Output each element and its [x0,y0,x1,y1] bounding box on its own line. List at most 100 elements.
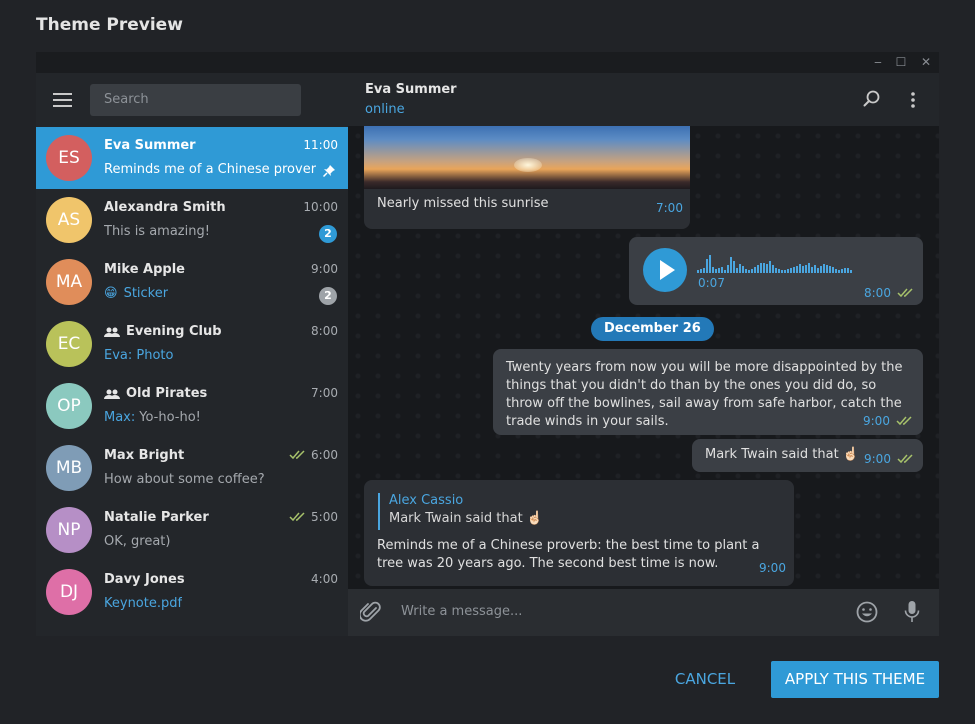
waveform-bar [814,265,816,273]
chat-preview: Eva: Photo [104,348,173,363]
waveform-bar [757,265,759,273]
reply-message[interactable]: Alex Cassio Mark Twain said that ☝🏻 Remi… [364,480,794,586]
chat-preview: OK, great) [104,534,170,549]
avatar: DJ [46,569,92,615]
waveform-bar [823,264,825,273]
date-separator: December 26 [591,317,714,341]
chat-list-item[interactable]: NP Natalie Parker 5:00 OK, great) [36,499,348,561]
chat-preview: Max: Yo-ho-ho! [104,410,201,425]
hamburger-menu-icon[interactable] [53,93,72,107]
chat-list-item[interactable]: ES Eva Summer 11:00 Reminds me of a Chinese… [36,127,348,189]
close-icon[interactable]: ✕ [917,54,935,71]
more-options-icon[interactable] [910,91,916,109]
chat-time-text: 10:00 [303,200,338,214]
text-message[interactable]: Mark Twain said that ☝🏻 9:00 [692,439,923,472]
conversation-panel: Eva Summer online Nearly missed this sun… [348,73,939,636]
emoji-icon[interactable] [856,601,878,623]
chat-name-text: Old Pirates [126,386,208,401]
waveform-bar [820,266,822,273]
waveform-bar [778,269,780,273]
chat-list-item[interactable]: MA Mike Apple 9:00 😁 Sticker 2 [36,251,348,313]
chat-name: Eva Summer [104,138,196,153]
voice-message[interactable]: 0:07 8:00 [629,237,923,305]
chat-name-text: Mike Apple [104,262,185,277]
search-input[interactable]: Search [90,84,301,116]
message-area[interactable]: Nearly missed this sunrise 7:00 0:07 8:0… [348,126,939,589]
avatar: ES [46,135,92,181]
pointing-up-icon: ☝🏻 [526,511,544,526]
pin-icon [322,165,335,178]
waveform-bar [781,270,783,273]
photo-message[interactable]: Nearly missed this sunrise 7:00 [364,126,690,229]
chat-preview: This is amazing! [104,224,210,239]
avatar: OP [46,383,92,429]
waveform-bar [826,265,828,273]
waveform-bar [775,268,777,273]
time-text: 8:00 [864,286,891,300]
waveform-bar [811,267,813,273]
message-input[interactable]: Write a message... [401,604,522,619]
chat-name: Natalie Parker [104,510,209,525]
waveform-bar [766,264,768,273]
minimize-icon[interactable]: ‒ [869,54,887,71]
waveform-bar [796,266,798,273]
chat-list-item[interactable]: DJ Davy Jones 4:00 Keynote.pdf [36,561,348,623]
avatar: AS [46,197,92,243]
waveform-bar [748,270,750,273]
chat-list-item[interactable]: OP Old Pirates 7:00 Max: Yo-ho-ho! [36,375,348,437]
chat-preview-text: Sticker [123,286,169,301]
message-composer: Write a message... [348,589,939,636]
waveform-bar [844,268,846,273]
waveform-bar [841,269,843,273]
microphone-icon[interactable] [904,600,920,624]
chat-list-item[interactable]: MB Max Bright 6:00 How about some coffee? [36,437,348,499]
message-time: 9:00 [864,452,915,466]
chat-preview: Reminds me of a Chinese proverb: the bes… [104,162,316,177]
waveform-bar [808,263,810,273]
unread-badge: 2 [319,287,337,305]
waveform-bar [742,266,744,273]
chat-time: 7:00 [311,386,338,400]
play-button[interactable] [643,248,687,292]
group-icon [104,327,120,337]
waveform-bar [832,267,834,273]
group-icon [104,389,120,399]
chat-time-text: 6:00 [311,448,338,462]
waveform-bar [724,270,726,273]
chat-time-text: 4:00 [311,572,338,586]
waveform-bar [709,255,711,273]
waveform-bar [700,269,702,273]
title-bar: ‒ ☐ ✕ [36,52,939,73]
chat-list-item[interactable]: EC Evening Club 8:00 Eva: Photo [36,313,348,375]
chat-name: Evening Club [104,324,222,339]
chat-preview-text: Keynote.pdf [104,596,183,611]
waveform-bar [745,269,747,273]
avatar: MA [46,259,92,305]
voice-waveform[interactable] [697,251,902,273]
search-icon[interactable] [863,90,881,108]
message-text: Twenty years from now you will be more d… [506,360,903,429]
chat-time-text: 9:00 [311,262,338,276]
waveform-bar [715,269,717,273]
apply-theme-button[interactable]: APPLY THIS THEME [771,661,939,698]
reply-author[interactable]: Alex Cassio [389,493,463,508]
chat-name: Max Bright [104,448,184,463]
waveform-bar [739,264,741,273]
chat-time-text: 11:00 [303,138,338,152]
chat-preview-text: OK, great) [104,534,171,549]
conversation-header: Eva Summer online [348,73,939,126]
chat-preview-text: How about some coffee? [104,472,265,487]
waveform-bar [760,263,762,273]
waveform-bar [787,269,789,273]
maximize-icon[interactable]: ☐ [892,54,910,71]
preview-window: ‒ ☐ ✕ Search ES Eva Summer 11:00 Reminds me… [36,52,939,636]
attach-icon[interactable] [360,600,382,624]
chat-time: 9:00 [311,262,338,276]
sunrise-photo[interactable] [364,126,690,189]
cancel-button[interactable]: CANCEL [665,661,745,698]
chat-preview: How about some coffee? [104,472,265,487]
chat-list-item[interactable]: AS Alexandra Smith 10:00 This is amazing! 2 [36,189,348,251]
waveform-bar [751,269,753,273]
text-message[interactable]: Twenty years from now you will be more d… [493,349,923,435]
chat-preview: Keynote.pdf [104,596,182,611]
